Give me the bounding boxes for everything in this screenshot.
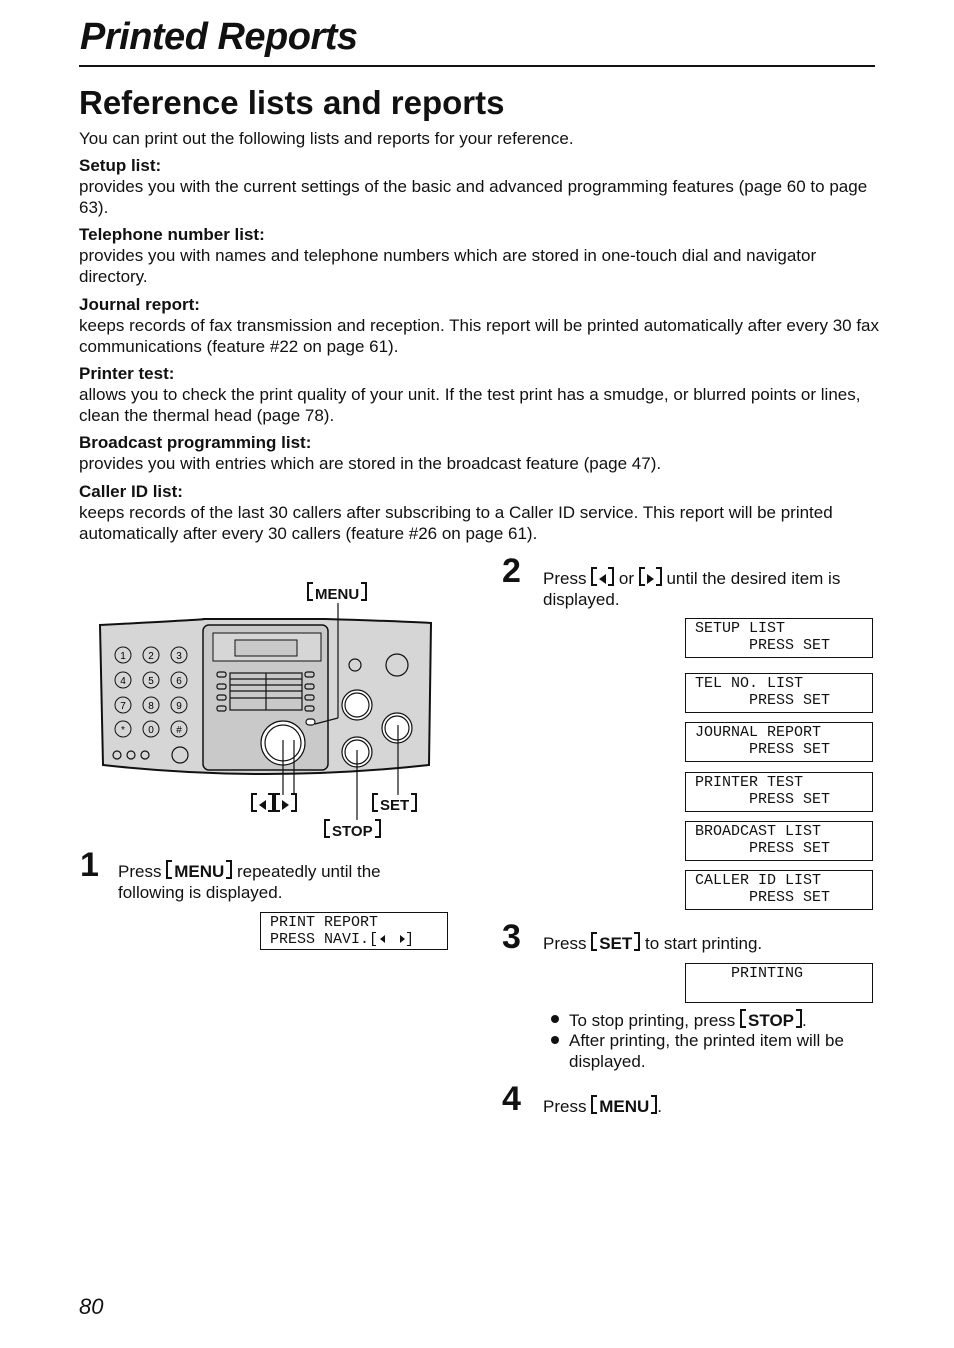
- step-3-text: Press SET to start printing.: [543, 932, 883, 954]
- lcd-line: PRESS SET: [695, 889, 831, 906]
- lcd-broadcast-list: BROADCAST LIST PRESS SET: [685, 821, 873, 861]
- item-term: Telephone number list:: [79, 225, 265, 244]
- text: .: [802, 1011, 807, 1030]
- text: Press: [118, 862, 167, 881]
- keypad-key: 8: [148, 701, 154, 712]
- manual-page: Printed Reports Reference lists and repo…: [0, 0, 954, 1348]
- item-desc: keeps records of the last 30 callers aft…: [79, 503, 833, 543]
- keypad-key: 1: [120, 651, 126, 662]
- navigator-label: [251, 793, 297, 814]
- keypad-key: 3: [176, 651, 182, 662]
- right-arrow-icon: [400, 935, 406, 943]
- item-term: Broadcast programming list:: [79, 433, 312, 452]
- page-header-title: Printed Reports: [80, 16, 358, 58]
- lcd-journal-report: JOURNAL REPORT PRESS SET: [685, 722, 873, 762]
- text: to start printing.: [640, 934, 763, 953]
- step-1-text: Press MENU repeatedly until the followin…: [118, 860, 418, 903]
- left-arrow-icon: [380, 935, 386, 943]
- left-arrow-icon: [599, 574, 607, 584]
- lcd-line: TEL NO. LIST: [695, 675, 804, 692]
- menu-label: MENU: [307, 582, 367, 603]
- bullet-stop-printing: To stop printing, press STOP.: [549, 1009, 859, 1031]
- lcd-setup-list: SETUP LIST PRESS SET: [685, 618, 873, 658]
- lcd-print-report: PRINT REPORT PRESS NAVI.[ ]: [260, 912, 448, 950]
- lcd-line: PRESS SET: [695, 741, 831, 758]
- item-term: Setup list:: [79, 156, 162, 175]
- keypad-key: 6: [176, 676, 182, 687]
- lcd-line: PRESS SET: [695, 791, 831, 808]
- keypad-key: 7: [120, 701, 126, 712]
- step-number: 1: [80, 846, 99, 884]
- right-arrow-icon: [646, 574, 654, 584]
- lcd-line: PRESS SET: [695, 692, 831, 709]
- header-rule: [79, 65, 875, 67]
- text: To stop printing, press: [569, 1011, 741, 1030]
- text: .: [657, 1097, 662, 1116]
- item-desc: keeps records of fax transmission and re…: [79, 316, 880, 356]
- item-term: Caller ID list:: [79, 482, 183, 501]
- lcd-line: PRESS SET: [695, 840, 831, 857]
- step-4-text: Press MENU.: [543, 1095, 883, 1117]
- keypad-key: 5: [148, 676, 154, 687]
- callout-lines: [282, 603, 399, 820]
- left-arrow-icon: [259, 800, 266, 810]
- item-desc: provides you with names and telephone nu…: [79, 246, 817, 286]
- step-number: 3: [502, 918, 521, 956]
- item-term: Printer test:: [79, 364, 175, 383]
- item-desc: provides you with the current settings o…: [79, 177, 868, 217]
- lcd-printing: PRINTING: [685, 963, 873, 1003]
- text: Press: [543, 1097, 592, 1116]
- item-desc: allows you to check the print quality of…: [79, 385, 861, 425]
- item-desc: provides you with entries which are stor…: [79, 454, 662, 473]
- lcd-line: PRINT REPORT: [270, 914, 379, 931]
- item-telephone-list: Telephone number list: provides you with …: [79, 224, 879, 287]
- lcd-text: PRESS NAVI.[: [270, 931, 379, 948]
- stop-key: STOP: [740, 1011, 802, 1030]
- item-term: Journal report:: [79, 295, 200, 314]
- step-number: 2: [502, 552, 521, 590]
- text: or: [614, 569, 639, 588]
- set-key: SET: [591, 934, 640, 953]
- keypad-key: *: [121, 725, 125, 736]
- keypad-key: 2: [148, 651, 154, 662]
- lcd-line: SETUP LIST: [695, 620, 786, 637]
- keypad-key: 9: [176, 701, 182, 712]
- lcd-line: PRESS SET: [695, 637, 831, 654]
- menu-key: MENU: [166, 862, 232, 881]
- item-broadcast-list: Broadcast programming list: provides you …: [79, 432, 879, 474]
- right-arrow-icon: [282, 800, 289, 810]
- lcd-line: JOURNAL REPORT: [695, 724, 822, 741]
- set-label: SET: [372, 793, 417, 814]
- lcd-line: PRINTER TEST: [695, 774, 804, 791]
- page-number: 80: [79, 1294, 104, 1319]
- lcd-printer-test: PRINTER TEST PRESS SET: [685, 772, 873, 812]
- lcd-line: BROADCAST LIST: [695, 823, 822, 840]
- bullet-after-printing: After printing, the printed item will be…: [549, 1030, 859, 1072]
- item-setup-list: Setup list: provides you with the current…: [79, 155, 879, 218]
- lcd-line: PRESS NAVI.[ ]: [270, 931, 415, 948]
- lcd-line: CALLER ID LIST: [695, 872, 822, 889]
- step-number: 4: [502, 1080, 521, 1118]
- text: Press: [543, 934, 592, 953]
- text: Press: [543, 569, 592, 588]
- keypad-key: #: [176, 725, 182, 736]
- lcd-tel-no-list: TEL NO. LIST PRESS SET: [685, 673, 873, 713]
- item-printer-test: Printer test: allows you to check the pri…: [79, 363, 879, 426]
- lcd-caller-id-list: CALLER ID LIST PRESS SET: [685, 870, 873, 910]
- intro-text: You can print out the following lists an…: [79, 129, 574, 148]
- menu-key: MENU: [591, 1097, 657, 1116]
- step-2-text: Press or until the desired item is displ…: [543, 567, 883, 610]
- item-journal-report: Journal report: keeps records of fax tran…: [79, 294, 879, 357]
- section-heading: Reference lists and reports: [79, 84, 505, 121]
- keypad-key: 4: [120, 676, 126, 687]
- keypad-key: 0: [148, 725, 154, 736]
- stop-label: STOP: [324, 819, 381, 840]
- item-caller-id-list: Caller ID list: keeps records of the last…: [79, 481, 879, 544]
